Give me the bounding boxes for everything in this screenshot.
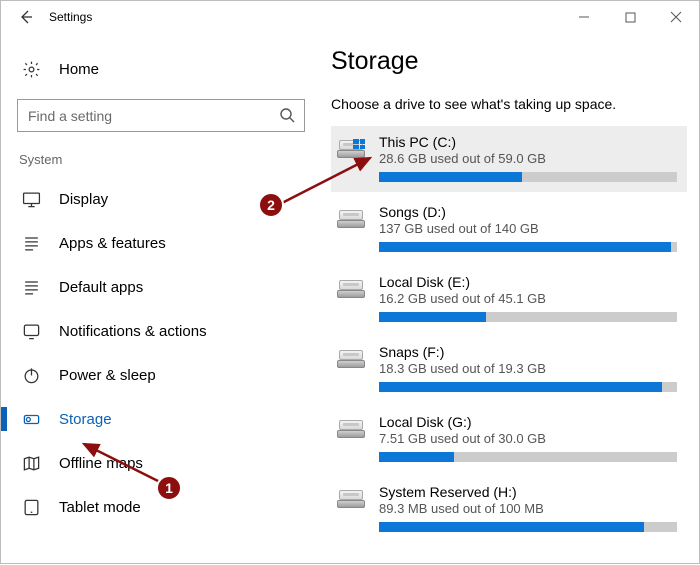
apps-icon bbox=[21, 233, 41, 253]
minimize-button[interactable] bbox=[561, 1, 607, 33]
gear-icon bbox=[21, 59, 41, 79]
sidebar-item-tablet-mode[interactable]: Tablet mode bbox=[13, 485, 313, 529]
sidebar-item-label: Default apps bbox=[59, 279, 143, 296]
search-icon bbox=[279, 107, 295, 123]
home-label: Home bbox=[59, 61, 99, 78]
sidebar-item-label: Apps & features bbox=[59, 235, 166, 252]
window-title: Settings bbox=[49, 10, 92, 24]
content-pane: Storage Choose a drive to see what's tak… bbox=[317, 33, 699, 565]
sidebar-item-apps[interactable]: Apps & features bbox=[13, 221, 313, 265]
sidebar-item-label: Storage bbox=[59, 411, 112, 428]
home-nav[interactable]: Home bbox=[13, 49, 313, 89]
search-box[interactable] bbox=[17, 99, 305, 132]
group-label: System bbox=[13, 148, 313, 177]
sidebar: Home System Display Apps & features Defaul… bbox=[1, 33, 317, 565]
drive-name: System Reserved (H:) bbox=[379, 484, 677, 500]
drive-name: This PC (C:) bbox=[379, 134, 677, 150]
drive-item[interactable]: System Reserved (H:)89.3 MB used out of … bbox=[331, 476, 687, 542]
page-subtitle: Choose a drive to see what's taking up s… bbox=[331, 96, 687, 112]
drive-used-text: 7.51 GB used out of 30.0 GB bbox=[379, 431, 677, 446]
close-button[interactable] bbox=[653, 1, 699, 33]
disk-icon bbox=[337, 414, 367, 438]
sidebar-item-label: Offline maps bbox=[59, 455, 143, 472]
sidebar-item-power[interactable]: Power & sleep bbox=[13, 353, 313, 397]
disk-icon bbox=[337, 204, 367, 228]
drive-item[interactable]: Local Disk (G:)7.51 GB used out of 30.0 … bbox=[331, 406, 687, 472]
display-icon bbox=[21, 189, 41, 209]
drive-usage-bar bbox=[379, 452, 677, 462]
notifications-icon bbox=[21, 321, 41, 341]
disk-icon bbox=[337, 134, 367, 158]
drive-usage-bar bbox=[379, 522, 677, 532]
drive-usage-bar bbox=[379, 312, 677, 322]
sidebar-item-label: Notifications & actions bbox=[59, 323, 207, 340]
drive-item[interactable]: This PC (C:)28.6 GB used out of 59.0 GB bbox=[331, 126, 687, 192]
drive-name: Snaps (F:) bbox=[379, 344, 677, 360]
power-icon bbox=[21, 365, 41, 385]
drive-used-text: 18.3 GB used out of 19.3 GB bbox=[379, 361, 677, 376]
drive-used-text: 137 GB used out of 140 GB bbox=[379, 221, 677, 236]
sidebar-item-display[interactable]: Display bbox=[13, 177, 313, 221]
drive-used-text: 89.3 MB used out of 100 MB bbox=[379, 501, 677, 516]
drive-used-text: 28.6 GB used out of 59.0 GB bbox=[379, 151, 677, 166]
titlebar: Settings bbox=[1, 1, 699, 33]
disk-icon bbox=[337, 274, 367, 298]
page-title: Storage bbox=[331, 47, 687, 76]
search-input[interactable] bbox=[17, 99, 305, 132]
sidebar-item-notifications[interactable]: Notifications & actions bbox=[13, 309, 313, 353]
tablet-mode-icon bbox=[21, 497, 41, 517]
sidebar-item-offline-maps[interactable]: Offline maps bbox=[13, 441, 313, 485]
drive-name: Songs (D:) bbox=[379, 204, 677, 220]
sidebar-item-label: Tablet mode bbox=[59, 499, 141, 516]
drive-item[interactable]: Snaps (F:)18.3 GB used out of 19.3 GB bbox=[331, 336, 687, 402]
drive-used-text: 16.2 GB used out of 45.1 GB bbox=[379, 291, 677, 306]
storage-icon bbox=[21, 409, 41, 429]
back-button[interactable] bbox=[9, 1, 43, 33]
default-apps-icon bbox=[21, 277, 41, 297]
disk-icon bbox=[337, 344, 367, 368]
sidebar-item-default-apps[interactable]: Default apps bbox=[13, 265, 313, 309]
drive-usage-bar bbox=[379, 172, 677, 182]
drive-usage-bar bbox=[379, 242, 677, 252]
offline-maps-icon bbox=[21, 453, 41, 473]
drive-item[interactable]: Songs (D:)137 GB used out of 140 GB bbox=[331, 196, 687, 262]
drive-item[interactable]: Local Disk (E:)16.2 GB used out of 45.1 … bbox=[331, 266, 687, 332]
maximize-button[interactable] bbox=[607, 1, 653, 33]
sidebar-item-storage[interactable]: Storage bbox=[13, 397, 313, 441]
disk-icon bbox=[337, 484, 367, 508]
drive-name: Local Disk (E:) bbox=[379, 274, 677, 290]
drive-name: Local Disk (G:) bbox=[379, 414, 677, 430]
drive-usage-bar bbox=[379, 382, 677, 392]
sidebar-item-label: Power & sleep bbox=[59, 367, 156, 384]
sidebar-item-label: Display bbox=[59, 191, 108, 208]
